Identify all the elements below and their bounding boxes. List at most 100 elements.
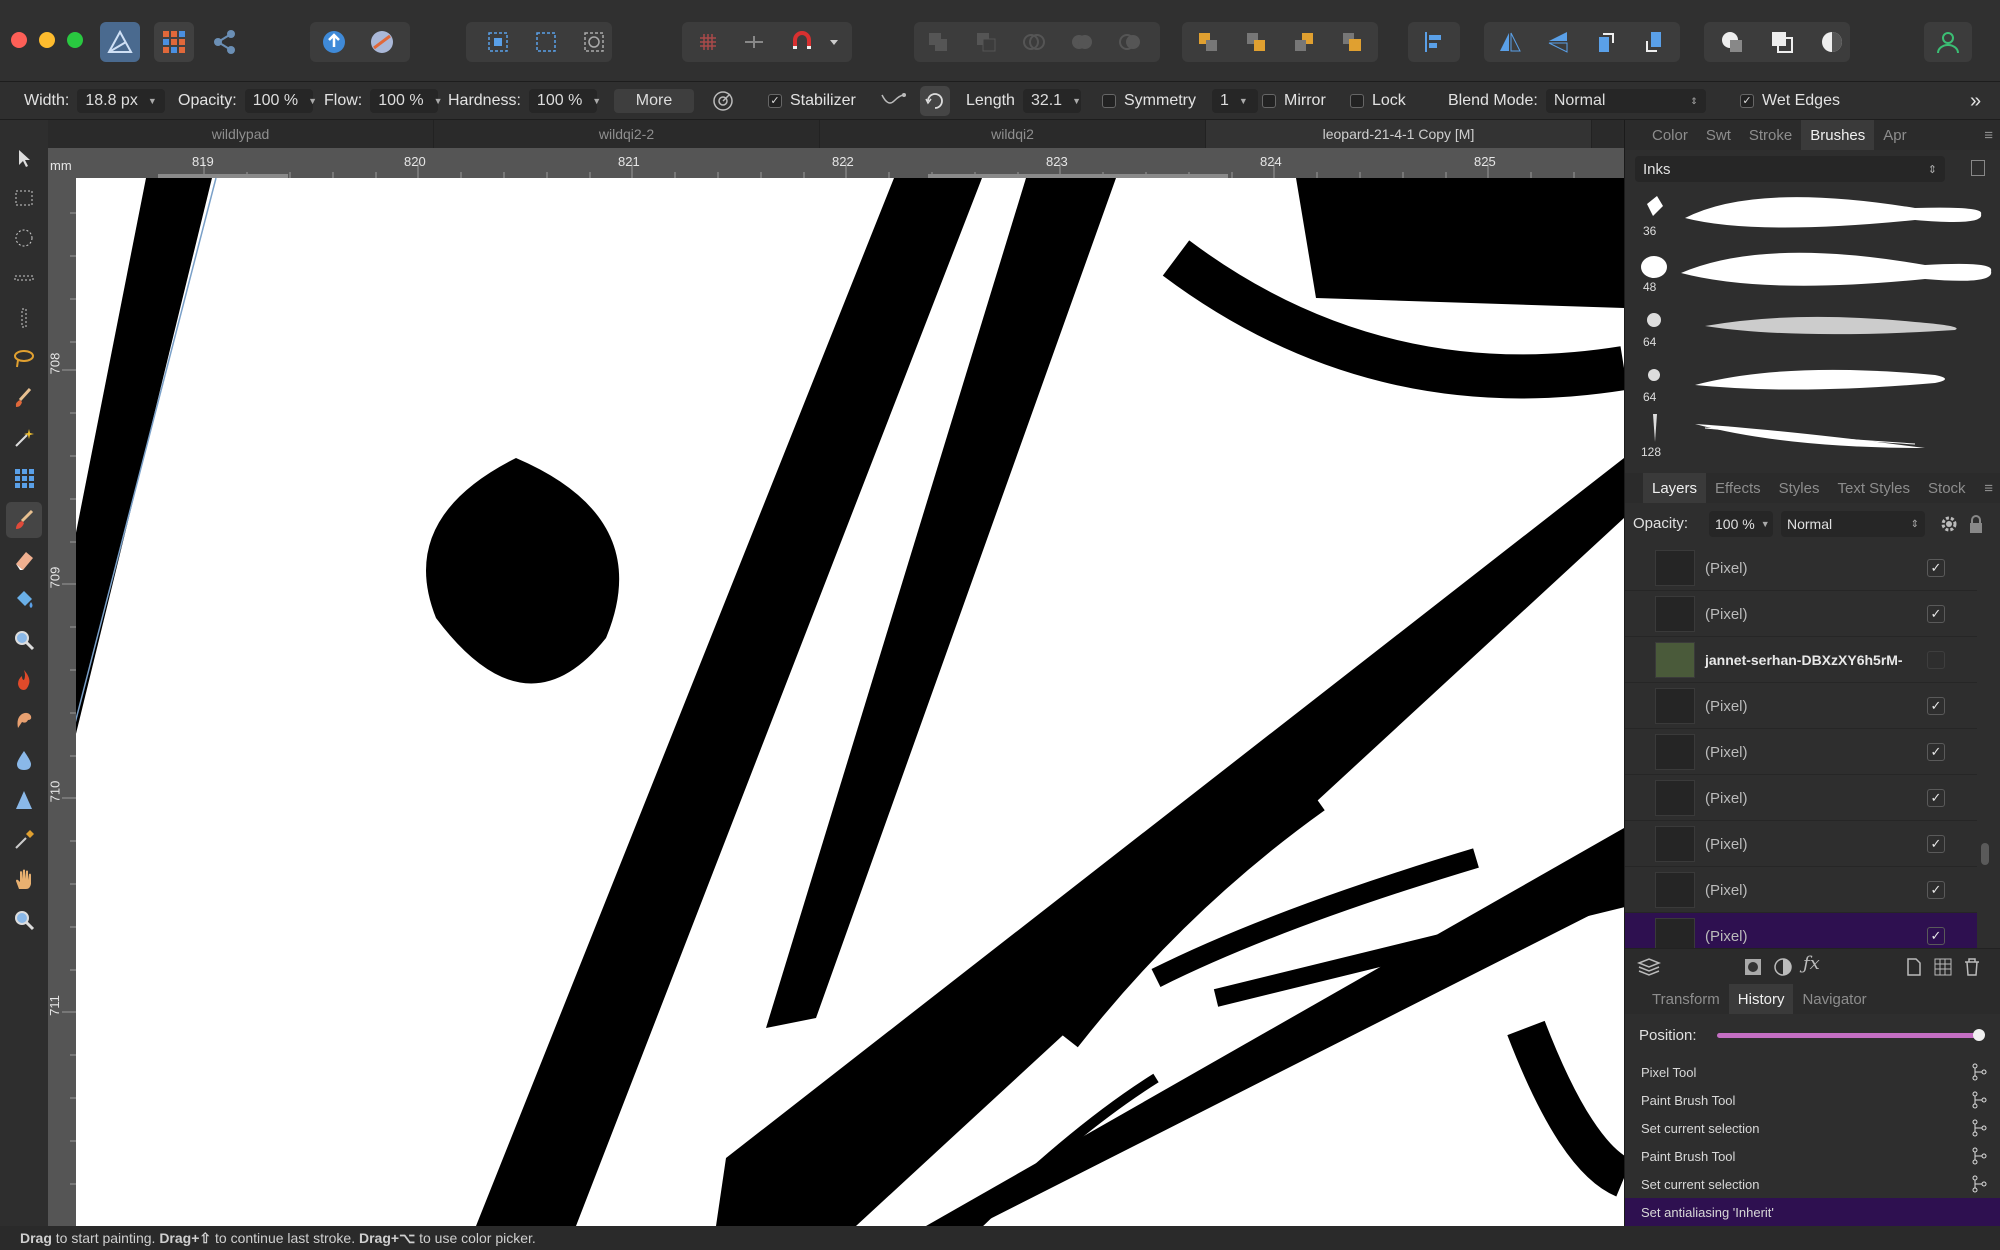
move-to-back-icon[interactable]	[1188, 22, 1228, 62]
layer-row[interactable]: (Pixel) ✓	[1625, 775, 1977, 821]
hand-icon[interactable]	[6, 862, 42, 898]
eraser-icon[interactable]	[6, 542, 42, 578]
ellipse-marquee-icon[interactable]	[6, 220, 42, 256]
tab-styles[interactable]: Styles	[1770, 480, 1829, 497]
zoom-lens-icon[interactable]	[6, 622, 42, 658]
history-item-selected[interactable]: Set antialiasing 'Inherit'	[1625, 1198, 2000, 1226]
layer-visibility-checkbox[interactable]: ✓	[1927, 835, 1945, 853]
selection-brush-icon[interactable]	[6, 380, 42, 416]
brush-nozzle-icon[interactable]	[710, 82, 736, 120]
subtract-op-icon[interactable]	[966, 22, 1006, 62]
persona-grid-icon[interactable]	[154, 22, 194, 62]
symmetry-toggle[interactable]: Symmetry	[1102, 82, 1196, 120]
intersect-op-icon[interactable]	[1014, 22, 1054, 62]
paint-brush-icon[interactable]	[6, 502, 42, 538]
align-snap-icon[interactable]	[734, 22, 774, 62]
tab-history[interactable]: History	[1728, 984, 1794, 1014]
tab-text-styles[interactable]: Text Styles	[1828, 480, 1919, 497]
tab-swatches[interactable]: Swt	[1697, 127, 1740, 144]
layer-opacity-field[interactable]: 100 % ▼	[1709, 511, 1773, 537]
layer-row[interactable]: (Pixel) ✓	[1625, 591, 1977, 637]
align-left-icon[interactable]	[1414, 22, 1454, 62]
layer-visibility-checkbox[interactable]	[1927, 651, 1945, 669]
tab-stock[interactable]: Stock	[1919, 480, 1975, 497]
move-back-one-icon[interactable]	[1236, 22, 1276, 62]
layer-row[interactable]: (Pixel) ✓	[1625, 821, 1977, 867]
refine-selection-icon[interactable]	[1762, 22, 1802, 62]
freehand-selection-icon[interactable]	[6, 340, 42, 376]
stabilizer-toggle[interactable]: ✓ Stabilizer	[768, 82, 856, 120]
layer-row[interactable]: jannet-serhan-DBXzXY6h5rM-	[1625, 637, 1977, 683]
tab-appearance[interactable]: Apr	[1874, 127, 1915, 144]
rope-mode-icon[interactable]	[878, 82, 908, 120]
lock-toggle[interactable]: Lock	[1350, 82, 1406, 120]
brush-item[interactable]: 64	[1635, 300, 1995, 355]
snapping-dropdown-icon[interactable]	[822, 22, 846, 62]
tab-navigator[interactable]: Navigator	[1793, 991, 1875, 1008]
develop-persona-icon[interactable]	[314, 22, 354, 62]
deselect-icon[interactable]	[526, 22, 566, 62]
window-mode-icon[interactable]	[920, 82, 950, 120]
flip-vertical-icon[interactable]	[1538, 22, 1578, 62]
rotate-right-icon[interactable]	[1634, 22, 1674, 62]
xor-op-icon[interactable]	[1062, 22, 1102, 62]
tab-effects[interactable]: Effects	[1706, 480, 1770, 497]
layer-row[interactable]: (Pixel) ✓	[1625, 867, 1977, 913]
length-field[interactable]: 32.1 ▼	[1022, 89, 1081, 113]
move-to-front-icon[interactable]	[1332, 22, 1372, 62]
panel-menu-icon[interactable]: ≡	[1984, 480, 1993, 497]
history-item[interactable]: Set current selection	[1625, 1170, 2000, 1198]
brush-item[interactable]: 128	[1635, 410, 1995, 465]
history-item[interactable]: Set current selection	[1625, 1114, 2000, 1142]
layer-visibility-checkbox[interactable]: ✓	[1927, 697, 1945, 715]
history-item[interactable]: Paint Brush Tool	[1625, 1086, 2000, 1114]
document-canvas[interactable]	[76, 178, 1624, 1226]
history-slider-knob[interactable]	[1973, 1029, 1985, 1041]
minimize-window-button[interactable]	[39, 32, 55, 48]
invert-selection-icon[interactable]	[574, 22, 614, 62]
zoom-icon[interactable]	[6, 902, 42, 938]
lock-icon[interactable]	[1967, 514, 1985, 538]
history-item[interactable]: Paint Brush Tool	[1625, 1142, 2000, 1170]
column-marquee-icon[interactable]	[6, 300, 42, 336]
flow-field[interactable]: 100 % ▼	[370, 89, 443, 113]
layer-row[interactable]: (Pixel) ✓	[1625, 683, 1977, 729]
wet-edges-checkbox[interactable]: ✓	[1740, 94, 1754, 108]
doc-tab[interactable]: wildlypad	[48, 120, 434, 148]
wet-edges-toggle[interactable]: ✓ Wet Edges	[1740, 82, 1840, 120]
brush-list-icon[interactable]	[1971, 160, 1985, 176]
lock-checkbox[interactable]	[1350, 94, 1364, 108]
liquify-persona-icon[interactable]	[362, 22, 402, 62]
ruler-vertical[interactable]: 708 709 710 711	[47, 178, 76, 1226]
mask-layer-icon[interactable]	[1743, 957, 1763, 982]
add-op-icon[interactable]	[918, 22, 958, 62]
doc-tab[interactable]: wildqi2-2	[434, 120, 820, 148]
tab-transform[interactable]: Transform	[1643, 991, 1729, 1008]
move-forward-one-icon[interactable]	[1284, 22, 1324, 62]
brush-item[interactable]: 36	[1635, 190, 1995, 245]
double-chevron-right-icon[interactable]: »	[1970, 82, 1981, 120]
brush-item[interactable]: 48	[1635, 245, 1995, 300]
flood-fill-icon[interactable]	[6, 582, 42, 618]
opacity-field[interactable]: 100 % ▼	[244, 89, 317, 113]
symmetry-count-field[interactable]: 1 ▼	[1212, 89, 1258, 113]
stabilizer-checkbox[interactable]: ✓	[768, 94, 782, 108]
user-account-icon[interactable]	[1928, 22, 1968, 62]
tab-brushes[interactable]: Brushes	[1801, 120, 1875, 150]
layer-visibility-checkbox[interactable]: ✓	[1927, 789, 1945, 807]
color-picker-icon[interactable]	[6, 822, 42, 858]
brush-item[interactable]: 64	[1635, 355, 1995, 410]
layer-visibility-checkbox[interactable]: ✓	[1927, 605, 1945, 623]
mask-toggle-icon[interactable]	[1812, 22, 1852, 62]
brush-category-select[interactable]: Inks ⇕	[1635, 156, 1945, 182]
quick-mask-icon[interactable]	[1712, 22, 1752, 62]
layer-blend-select[interactable]: Normal ⇕	[1781, 511, 1925, 537]
new-pixel-layer-icon[interactable]	[1905, 957, 1923, 982]
close-window-button[interactable]	[11, 32, 27, 48]
rect-marquee-icon[interactable]	[6, 180, 42, 216]
layer-visibility-checkbox[interactable]: ✓	[1927, 881, 1945, 899]
history-item[interactable]: Pixel Tool	[1625, 1058, 2000, 1086]
doc-tab[interactable]: wildqi2	[820, 120, 1206, 148]
gear-icon[interactable]	[1939, 514, 1959, 538]
zoom-window-button[interactable]	[67, 32, 83, 48]
